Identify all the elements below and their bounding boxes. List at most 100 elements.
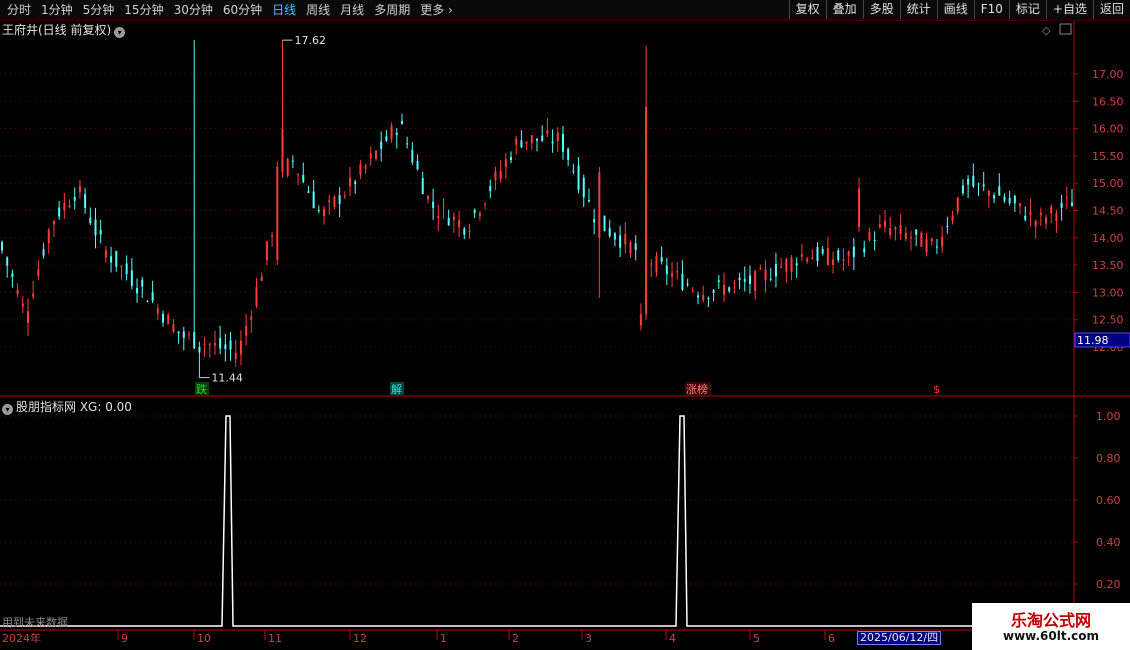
candle-body (769, 278, 772, 280)
candle-body (1060, 202, 1063, 208)
candle-body (619, 235, 622, 248)
candle-body (172, 324, 175, 332)
time-label: 2 (512, 632, 519, 645)
candle-body (478, 213, 481, 217)
candle-body (702, 294, 705, 300)
candle-body (162, 313, 165, 323)
candle-body (130, 270, 133, 286)
candle-body (187, 334, 190, 336)
candle-body (852, 246, 855, 257)
candle-body (317, 210, 320, 212)
time-label: 2024年 (2, 631, 41, 645)
candle-body (608, 227, 611, 237)
candle-body (754, 270, 757, 291)
candle-body (1029, 211, 1032, 215)
candle-body (26, 311, 29, 323)
candle-body (473, 209, 476, 214)
candle-body (437, 216, 440, 218)
candle-body (245, 325, 248, 336)
candle-body (603, 215, 606, 232)
candle-body (837, 250, 840, 260)
price-tick-label: 15.50 (1092, 150, 1124, 163)
candle-body (16, 289, 19, 294)
candle-body (624, 233, 627, 245)
candle-body (551, 141, 554, 144)
candle-body (239, 340, 242, 355)
event-marker-0: 跌 (196, 382, 207, 396)
candle-body (442, 206, 445, 208)
candle-body (676, 271, 679, 273)
time-label: 1 (440, 632, 447, 645)
candle-body (182, 331, 185, 338)
price-tick-label: 15.00 (1092, 177, 1124, 190)
candle-body (909, 237, 912, 239)
candle-body (1019, 203, 1022, 206)
candle-body (494, 171, 497, 180)
candle-body (998, 186, 1001, 196)
candle-body (977, 183, 980, 185)
candle-body (260, 276, 263, 281)
candle-body (156, 308, 159, 314)
candle-body (426, 195, 429, 200)
candle-body (951, 215, 954, 221)
candle-body (774, 263, 777, 277)
candle-body (32, 293, 35, 297)
candle-body (411, 150, 414, 163)
kline-chart[interactable]: 17.00 16.50 16.00 15.50 15.00 14.50 14.00 13.50… (0, 0, 1130, 650)
chevron-down-icon[interactable]: ▾ (2, 404, 13, 415)
candle-body (1045, 217, 1048, 224)
candle-body (972, 175, 975, 187)
candle-body (847, 251, 850, 256)
candle-body (780, 267, 783, 269)
candle-body (1008, 197, 1011, 204)
candle-body (229, 340, 232, 350)
candle-body (94, 219, 97, 236)
candle-body (1, 242, 3, 251)
candle-body (208, 344, 211, 346)
candle-body (863, 248, 866, 253)
candle-body (899, 225, 902, 235)
candle-body (1034, 221, 1037, 227)
candle-body (546, 130, 549, 134)
candle-body (84, 194, 87, 208)
candle-body (302, 174, 305, 182)
candle-body (110, 256, 113, 263)
candle-body (297, 174, 300, 176)
candle-body (842, 259, 845, 261)
candle-body (380, 141, 383, 149)
crosshair-date-label: 2025/06/12/四 (857, 631, 942, 645)
candle-body (307, 191, 310, 193)
candle-body (593, 219, 596, 223)
candle-body (946, 226, 949, 228)
candle-body (520, 140, 523, 148)
candle-body (525, 141, 528, 144)
candle-body (11, 273, 14, 278)
time-label: 10 (197, 632, 211, 645)
candle-body (982, 184, 985, 187)
candle-body (743, 278, 746, 282)
price-tick-label: 16.50 (1092, 95, 1124, 108)
low-price-label: 11.44 (211, 372, 243, 385)
candle-body (795, 263, 798, 266)
xg-line (0, 415, 978, 627)
indicator-title: ▾ 股朋指标网 XG: 0.00 (2, 398, 132, 415)
candle-body (58, 207, 61, 217)
candle-body (561, 133, 564, 152)
candle-body (587, 200, 590, 202)
candle-body (78, 185, 81, 193)
candle-body (868, 231, 871, 240)
candle-body (530, 135, 533, 143)
candle-body (136, 288, 139, 294)
candle-body (374, 151, 377, 159)
candle-body (281, 128, 284, 173)
candle-body (400, 120, 403, 124)
candle-body (1013, 195, 1016, 204)
candle-body (961, 185, 964, 194)
candle-body (6, 257, 9, 266)
candle-body (1065, 197, 1068, 199)
candle-body (286, 158, 289, 176)
price-tick-label: 13.00 (1092, 286, 1124, 299)
candle-body (338, 195, 341, 204)
candle-body (364, 165, 367, 169)
time-label: 11 (268, 632, 282, 645)
